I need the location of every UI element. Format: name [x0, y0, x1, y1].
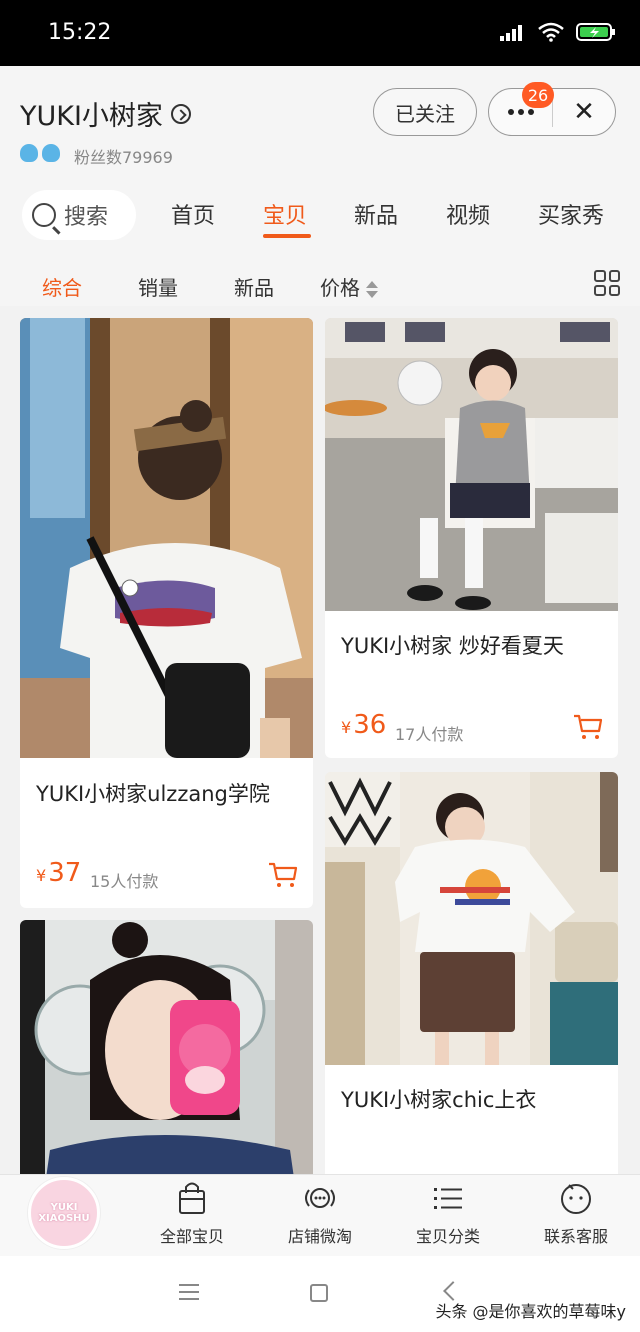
sort-arrows-icon [366, 280, 378, 300]
menu-icon[interactable] [179, 1284, 199, 1305]
follow-button[interactable]: 已关注 [373, 88, 477, 136]
product-image [20, 920, 313, 1174]
sort-overall[interactable]: 综合 [42, 272, 82, 301]
currency-symbol: ¥ [36, 866, 47, 885]
nav-all-products-label: 全部宝贝 [159, 1227, 224, 1246]
product-image [20, 318, 313, 758]
sold-count: 17人付款 [395, 725, 464, 744]
search-label: 搜索 [64, 205, 109, 230]
sold-count: 15人付款 [90, 872, 159, 891]
product-title: YUKI小树家 炒好看夏天 [341, 634, 564, 658]
nav-shop-feed-label: 店铺微淘 [287, 1227, 352, 1246]
cart-icon[interactable] [573, 714, 603, 740]
chat-face-icon [561, 1184, 591, 1214]
shop-logo[interactable]: YUKI XIAOSHU [28, 1177, 100, 1249]
tab-buyer-show[interactable]: 买家秀 [538, 198, 604, 230]
product-grid: YUKI小树家ulzzang学院 ¥37 15人付款 YUKI小树家 炒好看夏天… [0, 318, 640, 1174]
tab-new[interactable]: 新品 [354, 198, 398, 230]
product-title: YUKI小树家chic上衣 [341, 1088, 537, 1112]
nav-shop-feed[interactable]: 店铺微淘 [260, 1181, 380, 1247]
system-nav-bar: 头条 @是你喜欢的草莓味y [0, 1256, 640, 1332]
sort-new[interactable]: 新品 [234, 272, 274, 301]
sort-price[interactable]: 价格 [320, 272, 378, 301]
bag-icon [179, 1182, 205, 1214]
broadcast-icon [305, 1188, 335, 1208]
sort-sales[interactable]: 销量 [138, 272, 178, 301]
grid-view-icon[interactable] [594, 270, 620, 296]
product-card[interactable] [20, 920, 313, 1174]
cart-icon[interactable] [268, 862, 298, 888]
home-icon[interactable] [310, 1284, 328, 1302]
product-image [325, 772, 618, 1065]
status-time: 15:22 [48, 20, 112, 45]
shop-logo-line1: YUKI [50, 1202, 78, 1213]
more-dot-icon [507, 109, 514, 115]
product-price-value: 36 [353, 710, 387, 740]
shop-tabs: 搜索 首页 宝贝 新品 视频 买家秀 [0, 188, 640, 246]
shop-name: YUKI小树家 [20, 101, 163, 132]
tab-video[interactable]: 视频 [446, 198, 490, 230]
search-icon [32, 203, 56, 227]
product-title: YUKI小树家ulzzang学院 [36, 782, 270, 806]
fans-count: 粉丝数79969 [74, 148, 173, 167]
product-image [325, 318, 618, 611]
currency-symbol: ¥ [341, 718, 352, 737]
more-dot-icon [527, 109, 534, 115]
active-tab-indicator [263, 234, 311, 238]
crown-icon [42, 144, 60, 162]
product-price: ¥36 [341, 710, 386, 740]
nav-customer-service-label: 联系客服 [543, 1227, 608, 1246]
list-icon [434, 1188, 462, 1209]
product-card[interactable]: YUKI小树家ulzzang学院 ¥37 15人付款 [20, 318, 313, 908]
notification-badge: 26 [522, 82, 554, 108]
nav-all-products[interactable]: 全部宝贝 [132, 1181, 252, 1247]
nav-categories-label: 宝贝分类 [415, 1227, 480, 1246]
tab-home[interactable]: 首页 [171, 198, 215, 230]
crown-icon [20, 144, 38, 162]
tab-products[interactable]: 宝贝 [263, 198, 307, 230]
sort-bar: 综合 销量 新品 价格 [0, 266, 640, 306]
product-card[interactable]: YUKI小树家 炒好看夏天 ¥36 17人付款 [325, 318, 618, 758]
nav-customer-service[interactable]: 联系客服 [516, 1181, 636, 1247]
sort-price-label: 价格 [320, 276, 360, 300]
shop-bottom-nav: YUKI XIAOSHU 全部宝贝 店铺微淘 宝贝分类 联系客服 [0, 1174, 640, 1256]
search-button[interactable]: 搜索 [22, 190, 136, 240]
more-dot-icon [517, 109, 524, 115]
status-icons [500, 22, 616, 42]
product-price: ¥37 [36, 858, 81, 888]
status-bar: 15:22 [0, 0, 640, 66]
chevron-right-icon [170, 103, 191, 124]
shop-logo-line2: XIAOSHU [38, 1213, 90, 1224]
nav-categories[interactable]: 宝贝分类 [388, 1181, 508, 1247]
battery-icon [576, 23, 615, 41]
close-button[interactable]: ✕ [553, 89, 615, 135]
shop-level-badges [20, 144, 60, 162]
wifi-icon [538, 22, 564, 42]
signal-icon [500, 25, 522, 41]
product-card[interactable]: YUKI小树家chic上衣 [325, 772, 618, 1174]
shop-name-link[interactable]: YUKI小树家 [20, 94, 191, 133]
watermark: 头条 @是你喜欢的草莓味y [435, 1302, 626, 1321]
shop-header: YUKI小树家 粉丝数79969 已关注 ✕ 26 搜索 首页 宝贝 新品 视频… [0, 66, 640, 266]
product-price-value: 37 [48, 858, 82, 888]
